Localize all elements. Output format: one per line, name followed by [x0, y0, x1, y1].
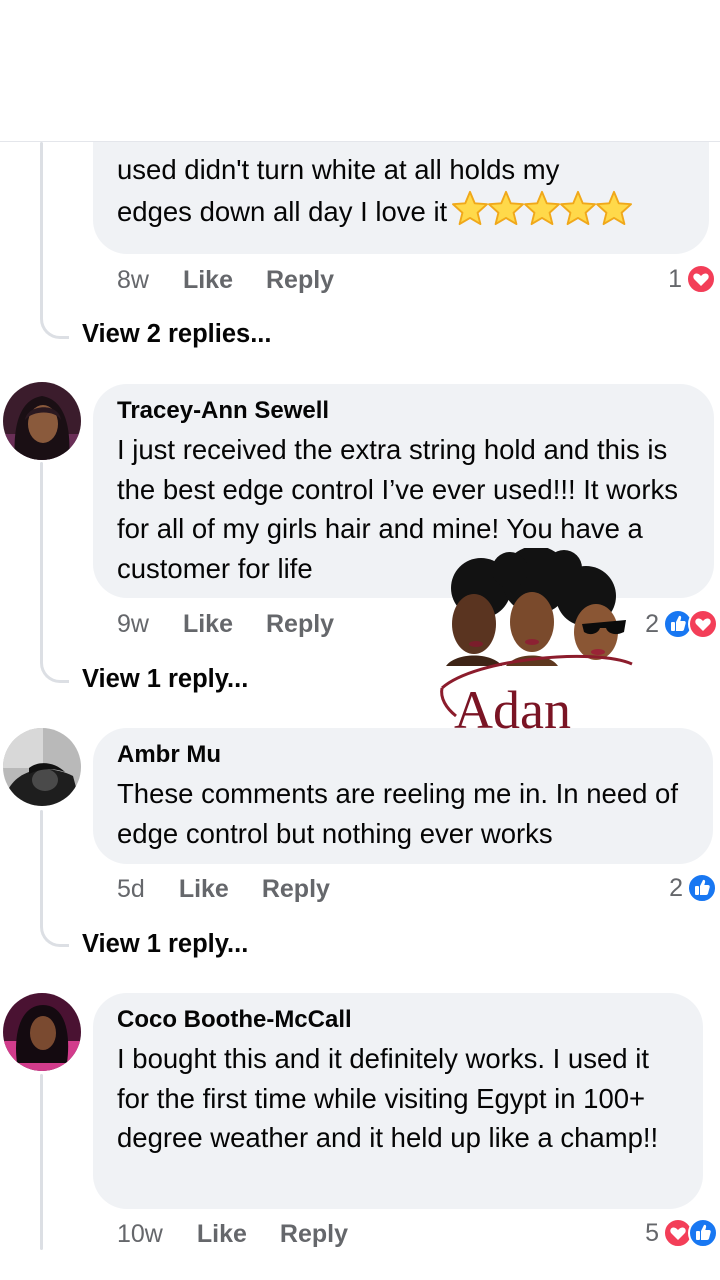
- like-button[interactable]: Like: [197, 1220, 247, 1249]
- like-icon: [687, 873, 717, 903]
- comment-text-line: edges down all day I love it: [117, 190, 685, 232]
- reaction-summary[interactable]: 5: [645, 1213, 718, 1253]
- like-button[interactable]: Like: [183, 610, 233, 639]
- reply-button[interactable]: Reply: [280, 1220, 348, 1249]
- star-icon: [452, 190, 489, 225]
- reply-button[interactable]: Reply: [262, 875, 330, 904]
- view-replies-link[interactable]: View 2 replies...: [82, 320, 271, 349]
- comment-time[interactable]: 10w: [117, 1220, 163, 1249]
- star-icon: [596, 190, 633, 225]
- comment-text-line-text: edges down all day I love it: [117, 195, 448, 227]
- avatar[interactable]: [3, 993, 81, 1071]
- like-button[interactable]: Like: [183, 266, 233, 295]
- avatar-image: [3, 993, 81, 1071]
- thread-line: [40, 810, 43, 922]
- view-replies-link[interactable]: View 1 reply...: [82, 665, 248, 694]
- star-icon: [488, 190, 525, 225]
- comment-meta: 8w Like Reply: [117, 260, 367, 300]
- brand-watermark-logo: Adan: [436, 546, 636, 740]
- like-button[interactable]: Like: [179, 875, 229, 904]
- love-icon: [688, 609, 718, 639]
- star-icon: [524, 190, 561, 225]
- adan-logo-graphic: Adan: [440, 546, 633, 740]
- thread-line: [40, 1074, 43, 1250]
- avatar-image: [3, 728, 81, 806]
- top-bar: [0, 0, 720, 142]
- comment-text: These comments are reeling me in. In nee…: [117, 778, 678, 849]
- comment-author[interactable]: Ambr Mu: [117, 740, 689, 770]
- reaction-count: 5: [645, 1218, 659, 1247]
- reaction-count: 1: [668, 264, 682, 293]
- brand-name: Adan: [454, 680, 571, 738]
- star-rating: [452, 190, 633, 226]
- comment-time[interactable]: 5d: [117, 875, 145, 904]
- comment-meta: 10w Like Reply: [117, 1214, 381, 1254]
- comment-text: I bought this and it definitely works. I…: [117, 1043, 659, 1153]
- comment-text-line: used didn't turn white at all holds my: [117, 154, 560, 185]
- reaction-count: 2: [669, 873, 683, 902]
- comment-author[interactable]: Tracey-Ann Sewell: [117, 396, 690, 426]
- reaction-summary[interactable]: 1: [668, 259, 716, 299]
- thread-line: [40, 462, 43, 658]
- comment-bubble[interactable]: Coco Boothe-McCall I bought this and it …: [93, 993, 703, 1209]
- comment-bubble[interactable]: Ambr Mu These comments are reeling me in…: [93, 728, 713, 864]
- thread-connector: [40, 918, 69, 947]
- avatar-image: [3, 382, 81, 460]
- comment-meta: 9w Like Reply: [117, 604, 367, 644]
- like-icon: [688, 1218, 718, 1248]
- thread-line: [40, 142, 43, 314]
- avatar[interactable]: [3, 728, 81, 806]
- reply-button[interactable]: Reply: [266, 610, 334, 639]
- comment-author[interactable]: Coco Boothe-McCall: [117, 1005, 679, 1035]
- reaction-summary[interactable]: 2: [645, 604, 718, 644]
- thread-connector: [40, 654, 69, 683]
- comment-bubble[interactable]: used didn't turn white at all holds my e…: [93, 128, 709, 254]
- thread-connector: [40, 310, 69, 339]
- reply-button[interactable]: Reply: [266, 266, 334, 295]
- love-icon: [686, 264, 716, 294]
- comment-time[interactable]: 8w: [117, 266, 149, 295]
- view-replies-link[interactable]: View 1 reply...: [82, 930, 248, 959]
- comment-time[interactable]: 9w: [117, 610, 149, 639]
- star-icon: [560, 190, 597, 225]
- comment-meta: 5d Like Reply: [117, 869, 363, 909]
- avatar[interactable]: [3, 382, 81, 460]
- reaction-summary[interactable]: 2: [669, 868, 717, 908]
- reaction-count: 2: [645, 609, 659, 638]
- comment-text: used didn't turn white at all holds my e…: [117, 150, 685, 231]
